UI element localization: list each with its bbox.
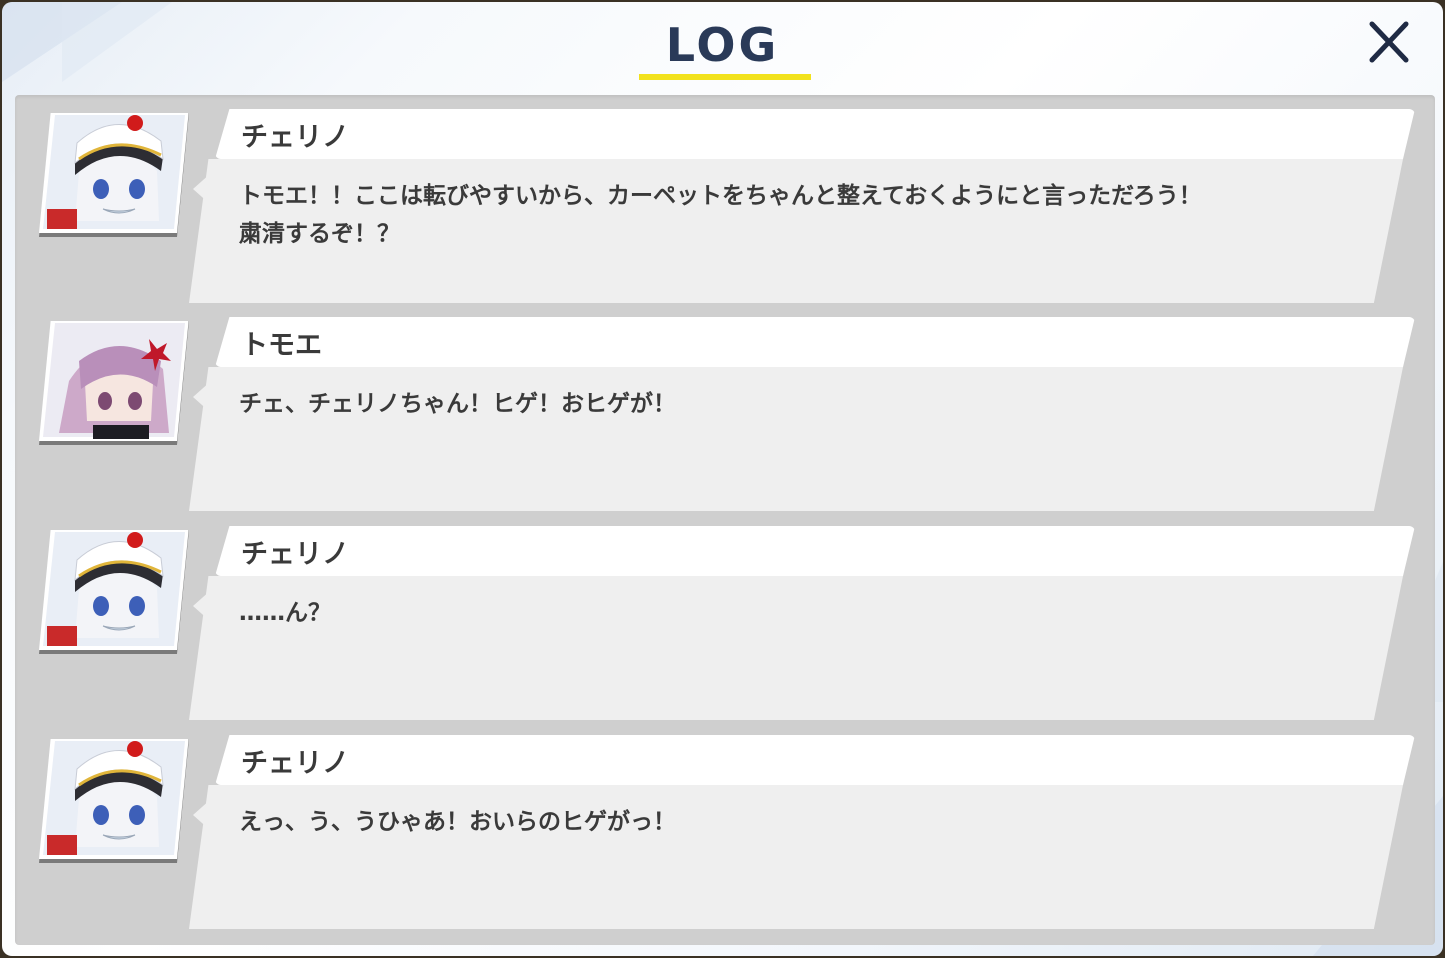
cherino-avatar-icon — [39, 109, 189, 237]
page-title: LOG — [665, 18, 780, 72]
message-text: トモエ！！ここは転びやすいから、カーペットをちゃんと整えておくようにと言っただろ… — [239, 183, 1202, 247]
bubble-tail — [193, 381, 211, 413]
speaker-name-bar — [215, 317, 1415, 367]
log-list[interactable]: チェリノ トモエ！！ここは転びやすいから、カーペットをちゃんと整えておくようにと… — [15, 95, 1435, 945]
speaker-avatar — [39, 526, 189, 658]
title-underline — [639, 74, 811, 80]
message-text: えっ、う、うひゃあ！おいらのヒゲがっ！ — [239, 809, 676, 835]
speaker-name-bar — [215, 735, 1415, 785]
close-button[interactable] — [1362, 16, 1416, 70]
cherino-avatar-icon — [39, 526, 189, 654]
bubble-tail — [193, 173, 211, 205]
log-header: LOG — [2, 2, 1443, 84]
cherino-avatar-icon — [39, 735, 189, 863]
message-text: ……ん？ — [239, 600, 331, 626]
bubble-tail — [193, 799, 211, 831]
speaker-avatar — [39, 317, 189, 449]
speaker-name: チェリノ — [241, 748, 349, 779]
speaker-name-bar — [215, 526, 1415, 576]
speaker-avatar — [39, 109, 189, 241]
log-window: LOG チェリノ トモエ！！ここは転びやすいから、カーペットをちゃんと整えておく… — [2, 2, 1443, 956]
tomoe-avatar-icon — [39, 317, 189, 445]
log-entry: チェリノ えっ、う、うひゃあ！おいらのヒゲがっ！ — [15, 721, 1435, 929]
speaker-name: チェリノ — [241, 122, 349, 153]
log-entry: トモエ チェ、チェリノちゃん！ヒゲ！おヒゲが！ — [15, 303, 1435, 511]
close-x-icon — [1369, 21, 1409, 63]
speaker-name: トモエ — [241, 330, 322, 361]
log-entry: チェリノ トモエ！！ここは転びやすいから、カーペットをちゃんと整えておくようにと… — [15, 95, 1435, 303]
speaker-name: チェリノ — [241, 539, 349, 570]
bubble-tail — [193, 590, 211, 622]
log-entry: チェリノ ……ん？ — [15, 512, 1435, 720]
speaker-name-bar — [215, 109, 1415, 159]
speaker-avatar — [39, 735, 189, 867]
message-text: チェ、チェリノちゃん！ヒゲ！おヒゲが！ — [239, 391, 676, 417]
